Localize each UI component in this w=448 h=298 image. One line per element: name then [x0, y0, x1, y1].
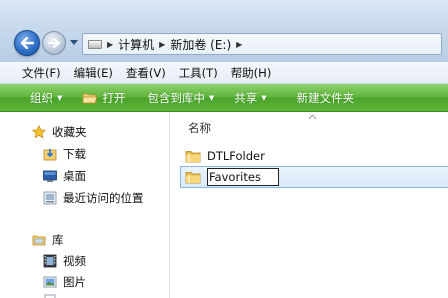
- menu-tools[interactable]: 工具(T): [179, 65, 218, 81]
- nav-item-videos[interactable]: 视频: [43, 253, 86, 269]
- recent-pages-dropdown-icon[interactable]: [70, 40, 78, 46]
- pictures-icon: [43, 275, 57, 289]
- nav-item-videos-label: 视频: [63, 254, 86, 268]
- menu-file[interactable]: 文件(F): [22, 65, 61, 81]
- nav-libraries[interactable]: 库: [32, 232, 64, 248]
- open-label: 打开: [102, 90, 126, 105]
- menu-bar: 文件(F) 编辑(E) 查看(V) 工具(T) 帮助(H): [0, 62, 448, 84]
- include-in-library-button[interactable]: 包含到库中 ▼: [147, 90, 214, 106]
- file-item-dtlfolder-name: DTLFolder: [207, 149, 265, 163]
- menu-edit[interactable]: 编辑(E): [74, 65, 113, 81]
- recent-places-icon: [43, 191, 57, 205]
- nav-libraries-label: 库: [52, 233, 64, 247]
- folder-icon: [185, 150, 201, 163]
- video-icon: [43, 254, 57, 268]
- nav-item-recent-places[interactable]: 最近访问的位置: [43, 190, 144, 206]
- documents-icon: [43, 294, 57, 298]
- file-item-renaming[interactable]: [180, 166, 448, 188]
- menu-view[interactable]: 查看(V): [126, 65, 166, 81]
- chevron-down-icon: ▼: [208, 93, 215, 102]
- breadcrumb-arrow-icon[interactable]: ▶: [159, 40, 165, 49]
- open-folder-icon: [82, 93, 98, 103]
- column-header-name[interactable]: 名称: [188, 120, 211, 136]
- breadcrumb-arrow-icon[interactable]: ▶: [107, 40, 113, 49]
- nav-item-pictures[interactable]: 图片: [43, 274, 86, 290]
- nav-favorites-label: 收藏夹: [52, 125, 87, 139]
- forward-button[interactable]: [42, 31, 66, 55]
- nav-item-downloads[interactable]: 下载: [43, 146, 86, 162]
- chevron-down-icon: ▼: [57, 93, 63, 102]
- library-icon: [32, 233, 46, 247]
- rename-input[interactable]: [207, 168, 279, 186]
- breadcrumb-arrow-icon[interactable]: ▶: [236, 40, 242, 49]
- nav-item-desktop-label: 桌面: [63, 169, 86, 183]
- organize-button[interactable]: 组织 ▼: [30, 90, 62, 106]
- star-icon: [32, 125, 46, 139]
- folder-icon: [185, 171, 201, 184]
- command-toolbar: 组织 ▼ 打开 包含到库中 ▼ 共享 ▼ 新建文件夹: [0, 84, 448, 112]
- nav-favorites[interactable]: 收藏夹: [32, 124, 87, 140]
- open-button[interactable]: 打开: [82, 90, 125, 106]
- arrow-right-icon: [48, 38, 60, 48]
- new-folder-label: 新建文件夹: [296, 90, 355, 105]
- download-folder-icon: [43, 147, 57, 161]
- navigation-pane: 收藏夹 下载 桌面 最近访问的位置 库 视频 图片: [0, 112, 170, 298]
- nav-item-pictures-label: 图片: [63, 275, 86, 289]
- desktop-icon: [43, 169, 57, 183]
- include-in-library-label: 包含到库中: [147, 90, 205, 105]
- share-button[interactable]: 共享 ▼: [234, 90, 266, 106]
- nav-item-downloads-label: 下载: [63, 147, 86, 161]
- organize-label: 组织: [30, 90, 53, 105]
- new-folder-button[interactable]: 新建文件夹: [297, 90, 355, 106]
- menu-help[interactable]: 帮助(H): [231, 65, 272, 81]
- nav-item-desktop[interactable]: 桌面: [43, 168, 86, 184]
- breadcrumb-computer[interactable]: 计算机: [118, 36, 154, 53]
- computer-icon: [88, 39, 102, 49]
- arrow-left-icon: [20, 37, 34, 49]
- back-button[interactable]: [14, 30, 40, 56]
- file-list-pane: 名称 DTLFolder: [171, 112, 448, 298]
- share-label: 共享: [234, 90, 258, 105]
- address-path-box[interactable]: ▶ 计算机 ▶ 新加卷 (E:) ▶: [82, 33, 442, 55]
- chevron-down-icon: ▼: [261, 93, 267, 102]
- nav-item-recent-places-label: 最近访问的位置: [63, 191, 144, 205]
- nav-item-partial[interactable]: [43, 294, 63, 298]
- file-item-dtlfolder[interactable]: DTLFolder: [185, 149, 265, 163]
- breadcrumb-drive-e[interactable]: 新加卷 (E:): [170, 36, 231, 53]
- address-bar-region: ▶ 计算机 ▶ 新加卷 (E:) ▶: [0, 0, 448, 62]
- sort-ascending-icon: [309, 115, 316, 119]
